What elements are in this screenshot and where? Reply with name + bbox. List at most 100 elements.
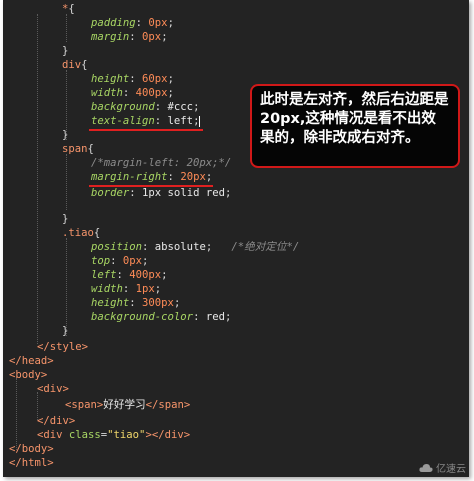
code-line: text-align: left; — [91, 115, 201, 127]
css-value: 400px — [129, 269, 162, 281]
code-line: width: 400px; — [91, 87, 174, 99]
css-value: #ccc — [167, 101, 194, 113]
css-property: text-align — [91, 115, 155, 127]
css-property: height — [91, 297, 130, 309]
code-line: width: 1px; — [91, 283, 162, 295]
html-tag: </div> — [151, 429, 191, 441]
html-tag: </head> — [9, 355, 54, 367]
code-line: padding: 0px; — [91, 17, 174, 29]
css-property: width — [91, 87, 123, 99]
code-line: span{ — [62, 142, 94, 156]
css-value: 0px — [122, 255, 143, 267]
html-text: 好好学习 — [103, 399, 146, 411]
indent-guide — [66, 14, 67, 42]
css-value: absolute — [154, 241, 206, 253]
css-property: margin — [91, 31, 130, 43]
callout-text: 此时是左对齐，然后右边距是20px,这种情况是看不出效果的，除非改成右对齐。 — [260, 92, 449, 146]
css-property: background-color — [91, 311, 194, 323]
css-selector: div — [62, 59, 82, 71]
cloud-logo-icon — [419, 462, 433, 474]
code-line: border: 1px solid red; — [91, 187, 232, 199]
code-line: <body> — [9, 368, 47, 382]
html-tag: </html> — [9, 457, 54, 469]
code-line: height: 300px; — [91, 297, 181, 309]
code-line: height: 60px; — [91, 73, 174, 85]
css-property: height — [91, 73, 130, 85]
annotation-callout: 此时是左对齐，然后右边距是20px,这种情况是看不出效果的，除非改成右对齐。 — [250, 84, 460, 168]
brace: } — [62, 213, 69, 225]
indent-guide — [16, 378, 17, 450]
code-line: .tiao{ — [62, 226, 100, 240]
css-property: position — [91, 241, 143, 253]
code-line: </body> — [9, 442, 54, 456]
code-line: } — [62, 212, 68, 226]
code-line: left: 400px; — [91, 269, 168, 281]
code-line: <div class="tiao"></div> — [37, 429, 191, 441]
css-value: 300px — [142, 297, 174, 309]
html-attribute: class — [68, 429, 101, 441]
text-cursor — [199, 115, 201, 127]
code-line: div{ — [62, 58, 88, 72]
indent-guide — [37, 14, 38, 344]
css-property: top — [91, 255, 111, 267]
code-line: margin: 0px; — [91, 31, 168, 43]
brace: { — [87, 143, 94, 155]
css-property: padding — [91, 17, 136, 29]
watermark: 亿速云 — [419, 460, 466, 475]
css-value: red — [205, 311, 225, 323]
code-line: background: #ccc; — [91, 101, 200, 113]
html-tag: <div — [37, 429, 69, 441]
code-line: } — [62, 44, 68, 58]
css-property: left — [91, 269, 117, 281]
code-line: position: absolute; /*绝对定位*/ — [91, 241, 300, 253]
css-selector: span — [62, 143, 88, 155]
css-value: 0px — [142, 31, 162, 43]
code-line: <div> — [37, 382, 69, 396]
code-line: margin-right: 20px; — [91, 171, 213, 183]
html-tag: <div> — [37, 383, 69, 395]
code-line: </style> — [37, 340, 88, 354]
code-line: top: 0px; — [91, 255, 149, 267]
code-line: </html> — [9, 456, 54, 470]
css-comment: /*margin-left: 20px;*/ — [91, 157, 232, 169]
css-property: width — [91, 283, 123, 295]
css-value: 0px — [148, 17, 168, 29]
code-line: background-color: red; — [91, 311, 232, 323]
html-tag: </body> — [9, 443, 54, 455]
brace: } — [62, 45, 69, 57]
css-comment: /*绝对定位*/ — [231, 241, 300, 253]
brace: { — [81, 59, 88, 71]
html-tag: <span> — [65, 399, 104, 411]
css-property: background — [91, 101, 155, 113]
css-value: 60px — [142, 73, 168, 85]
code-line: </div> — [37, 414, 75, 428]
indent-guide — [66, 238, 67, 336]
html-tag: </div> — [37, 415, 76, 427]
code-editor[interactable]: *{ padding: 0px; margin: 0px; } div{ hei… — [3, 0, 469, 477]
css-value: left — [167, 115, 194, 127]
css-value: 20px — [180, 171, 206, 183]
html-tag: </span> — [145, 399, 191, 411]
css-value: 400px — [135, 87, 168, 99]
css-property: border — [91, 187, 130, 199]
brace: { — [93, 227, 101, 239]
code-line: /*margin-left: 20px;*/ — [91, 156, 231, 170]
html-tag: <body> — [9, 369, 48, 381]
brace: } — [62, 325, 69, 337]
brace: } — [62, 129, 69, 141]
brace: { — [68, 3, 75, 15]
watermark-label: 亿速云 — [436, 464, 466, 475]
code-line: <span>好好学习</span> — [65, 398, 190, 412]
css-property: margin-right — [91, 171, 168, 183]
highlight-underline — [89, 129, 203, 131]
css-selector: .tiao — [62, 227, 94, 239]
code-line: </head> — [9, 354, 54, 368]
html-tag: </style> — [37, 341, 89, 353]
code-line: } — [62, 324, 68, 338]
css-value: 1px — [135, 283, 155, 295]
html-attribute-value: "tiao" — [107, 429, 146, 441]
code-line: *{ — [62, 2, 75, 16]
code-line: } — [62, 128, 68, 142]
indent-guide — [66, 154, 67, 210]
css-value: 1px solid red — [142, 187, 225, 199]
